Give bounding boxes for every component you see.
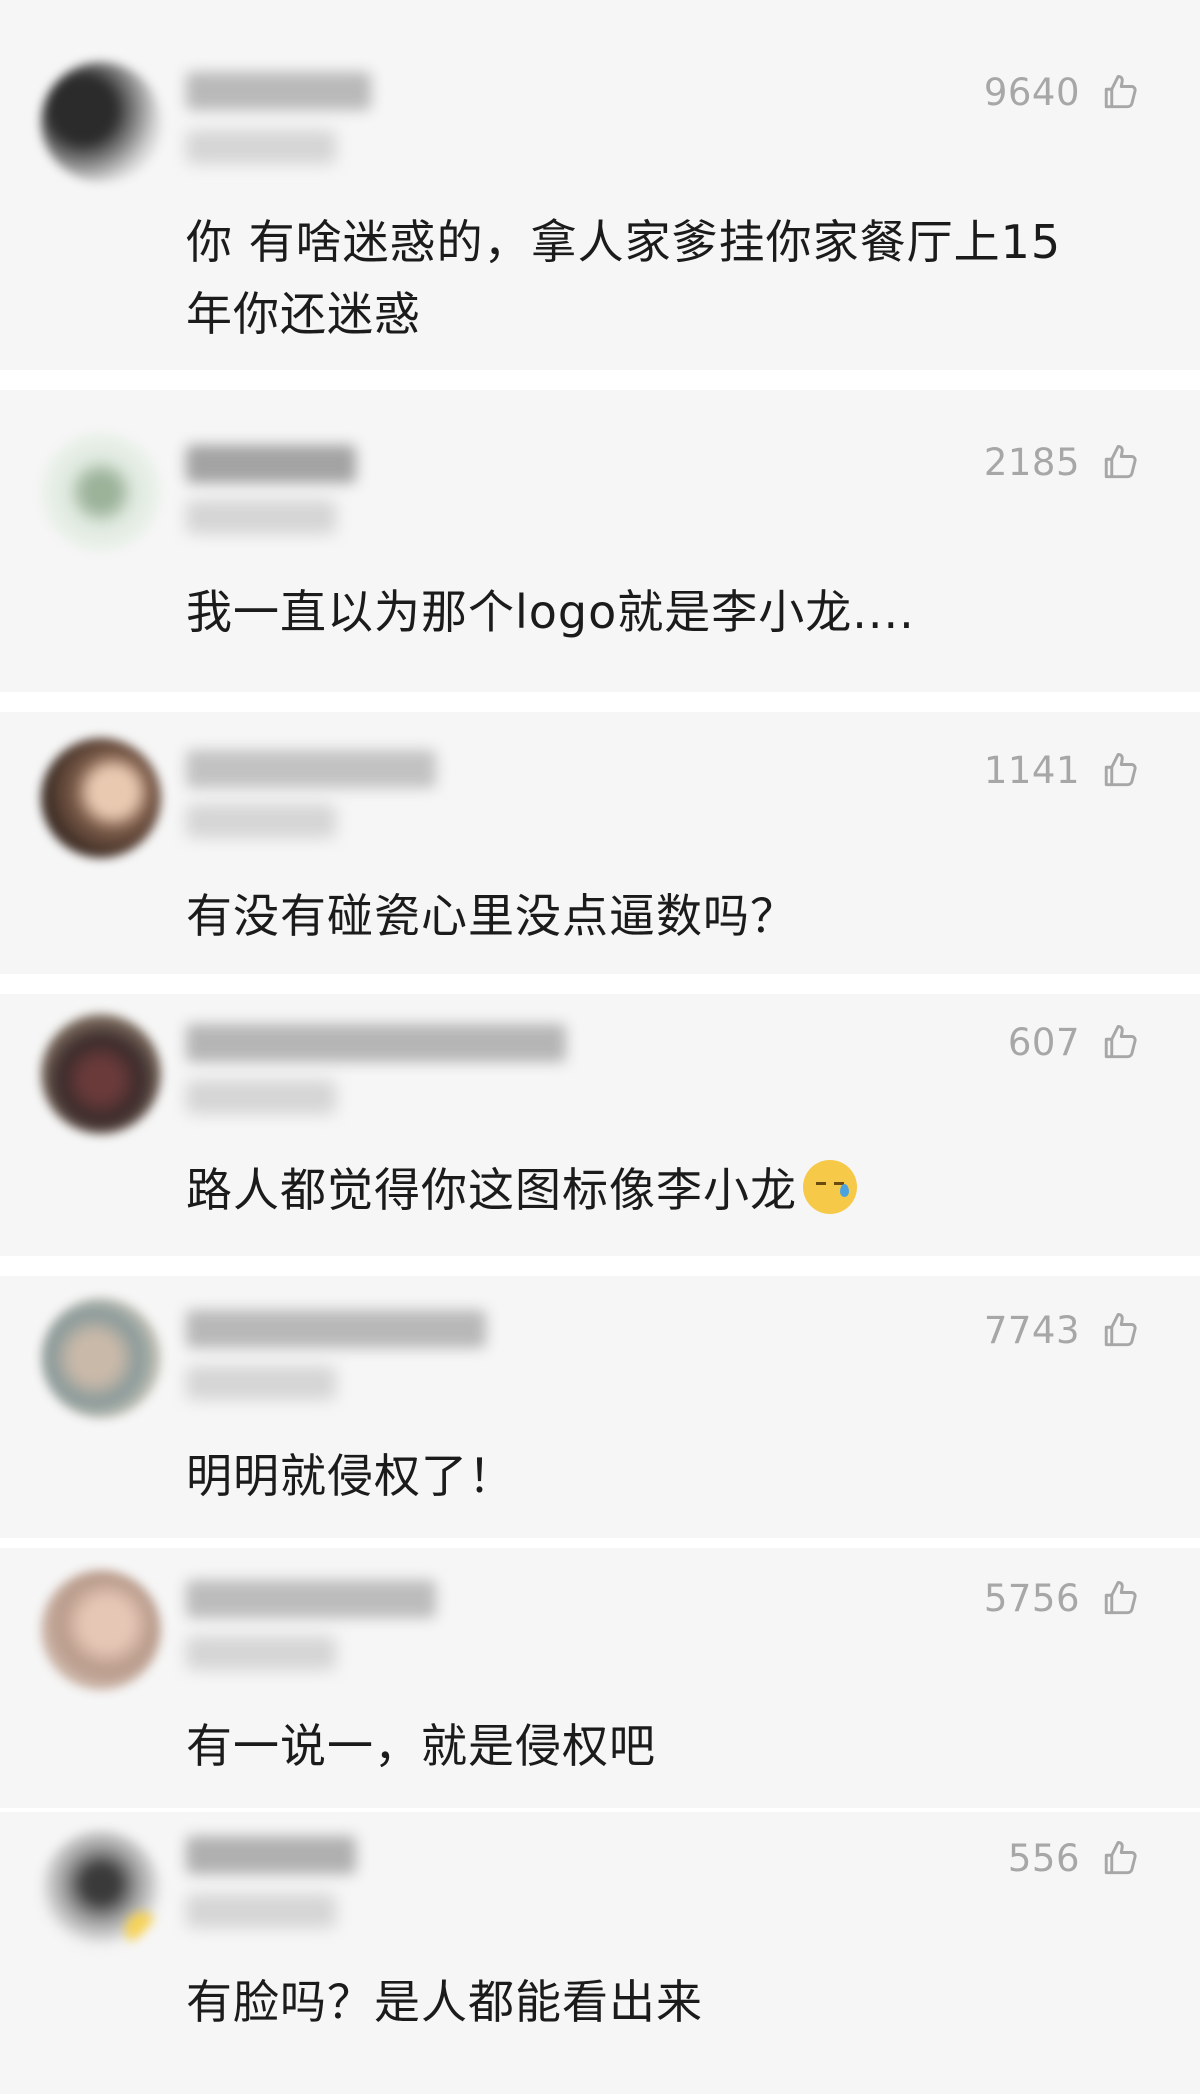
comment-item[interactable]: 1141 有没有碰瓷心里没点逼数吗？ [0,712,1200,974]
sweat-emoji-icon [803,1160,857,1214]
comment-item[interactable]: 2185 我一直以为那个logo就是李小龙.... [0,390,1200,692]
timestamp-redacted [186,130,336,164]
like-button[interactable]: 607 [1008,1014,1142,1070]
thumbs-up-icon [1104,752,1137,787]
like-button[interactable]: 9640 [984,64,1142,120]
comment-text: 我一直以为那个logo就是李小龙.... [186,585,915,639]
comment-text: 路人都觉得你这图标像李小龙 [186,1154,1166,1226]
comment-item[interactable]: 556 有脸吗？是人都能看出来 [0,1812,1200,2094]
username-redacted[interactable] [186,1580,436,1618]
comment-text: 你 有啥迷惑的，拿人家爹挂你家餐厅上15 年你还迷惑 [186,215,1062,341]
timestamp-redacted [186,804,336,838]
like-button[interactable]: 7743 [984,1302,1142,1358]
username-redacted[interactable] [186,72,371,110]
like-count: 607 [1007,1020,1080,1064]
like-count: 9640 [983,70,1080,114]
username-redacted[interactable] [186,445,356,483]
timestamp-redacted [186,1366,336,1400]
thumbs-up-icon [1104,1580,1137,1615]
timestamp-redacted [186,1894,336,1928]
comment-text: 明明就侵权了！ [186,1449,515,1503]
avatar[interactable] [41,1570,161,1690]
like-count: 2185 [983,440,1080,484]
avatar[interactable] [41,432,161,552]
thumbs-up-icon [1104,74,1137,109]
username-redacted[interactable] [186,1310,486,1348]
username-redacted[interactable] [186,750,436,788]
thumbs-up-icon [1104,1024,1137,1059]
avatar[interactable] [41,738,161,858]
thumbs-up-icon [1104,1840,1137,1875]
like-count: 1141 [983,748,1080,792]
thumbs-up-icon [1104,444,1137,479]
avatar[interactable] [41,62,161,182]
timestamp-redacted [186,1636,336,1670]
like-count: 5756 [983,1576,1080,1620]
avatar[interactable] [41,1830,161,1950]
like-count: 556 [1007,1836,1080,1880]
comment-item[interactable]: 607 路人都觉得你这图标像李小龙 [0,994,1200,1256]
comment-text: 有一说一，就是侵权吧 [186,1719,656,1773]
like-button[interactable]: 1141 [984,742,1142,798]
avatar[interactable] [41,1298,161,1418]
timestamp-redacted [186,500,336,534]
comment-item[interactable]: 9640 你 有啥迷惑的，拿人家爹挂你家餐厅上15 年你还迷惑 [0,0,1200,370]
comment-item[interactable]: 7743 明明就侵权了！ [0,1276,1200,1538]
like-count: 7743 [983,1308,1080,1352]
timestamp-redacted [186,1080,336,1114]
like-button[interactable]: 5756 [984,1570,1142,1626]
like-button[interactable]: 556 [1008,1830,1142,1886]
username-redacted[interactable] [186,1024,566,1062]
comment-text: 有脸吗？是人都能看出来 [186,1975,703,2029]
thumbs-up-icon [1104,1312,1137,1347]
comment-item[interactable]: 5756 有一说一，就是侵权吧 [0,1548,1200,1808]
username-redacted[interactable] [186,1836,356,1874]
like-button[interactable]: 2185 [984,434,1142,490]
avatar[interactable] [41,1014,161,1134]
comment-text: 有没有碰瓷心里没点逼数吗？ [186,889,797,943]
